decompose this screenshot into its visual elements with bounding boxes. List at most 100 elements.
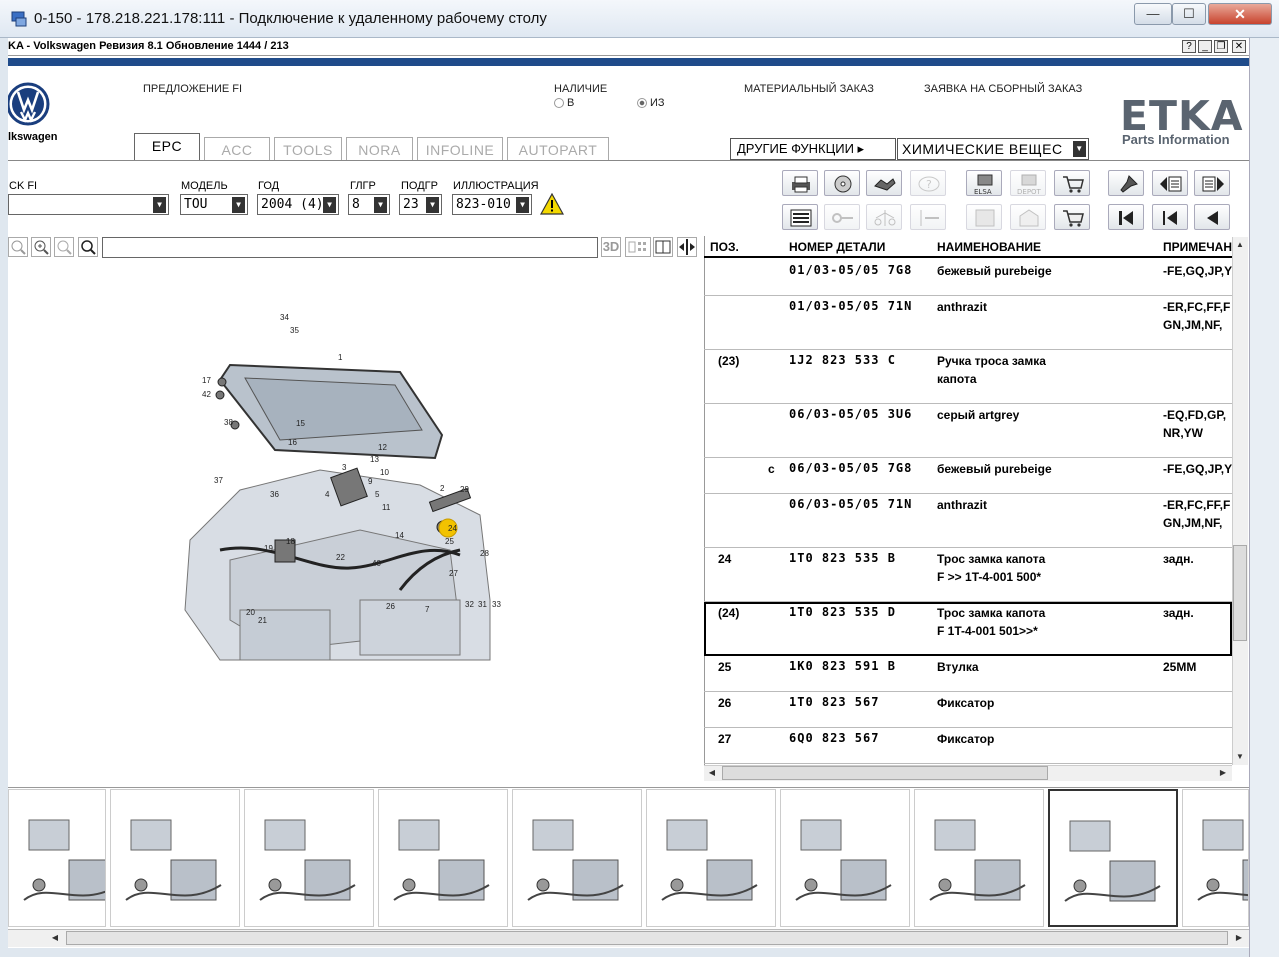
callout-label[interactable]: 40 (372, 559, 381, 568)
callout-label[interactable]: 3 (342, 463, 347, 472)
callout-label[interactable]: 14 (395, 531, 404, 540)
callout-label[interactable]: 31 (478, 600, 487, 609)
callout-label[interactable]: 24 (448, 524, 457, 533)
callout-label[interactable]: 19 (264, 544, 273, 553)
tab-epc[interactable]: EPC (134, 133, 200, 161)
cart-add-button[interactable] (1054, 170, 1090, 196)
etka-close-button[interactable]: ✕ (1232, 40, 1246, 53)
callout-label[interactable]: 34 (280, 313, 289, 322)
question-button[interactable]: ? (910, 170, 946, 196)
first-button[interactable] (1108, 204, 1144, 230)
illustration-thumbnail[interactable] (914, 789, 1044, 927)
callout-label[interactable]: 1 (338, 353, 343, 362)
col-header-note[interactable]: ПРИМЕЧАН (1163, 240, 1232, 254)
callout-label[interactable]: 11 (382, 503, 391, 512)
key-button[interactable] (824, 204, 860, 230)
callout-label[interactable]: 37 (214, 476, 223, 485)
chevron-down-icon[interactable]: ▼ (323, 197, 336, 213)
chevron-down-icon[interactable]: ▼ (232, 197, 245, 213)
offer-link[interactable]: ПРЕДЛОЖЕНИЕ FI (143, 83, 242, 95)
scroll-down-icon[interactable]: ▼ (1233, 750, 1247, 764)
handshake-button[interactable] (866, 170, 902, 196)
callout-label[interactable]: 17 (202, 376, 211, 385)
illustration-thumbnail[interactable] (512, 789, 642, 927)
etka-restore-button[interactable]: ❐ (1214, 40, 1228, 53)
table-vertical-scroll-thumb[interactable] (1233, 545, 1247, 641)
callout-label[interactable]: 28 (480, 549, 489, 558)
callout-label[interactable]: 15 (296, 419, 305, 428)
parts-diagram[interactable]: 34351174238 151612132343736 59101114242529… (160, 300, 520, 670)
shop-button[interactable] (1010, 204, 1046, 230)
illustration-thumbnail[interactable] (780, 789, 910, 927)
callout-label[interactable]: 22 (336, 553, 345, 562)
callout-label[interactable]: 5 (375, 490, 380, 499)
col-header-part[interactable]: НОМЕР ДЕТАЛИ (789, 240, 885, 254)
dash-button[interactable] (910, 204, 946, 230)
print-button[interactable] (782, 170, 818, 196)
tab-nora[interactable]: NORA (346, 137, 413, 161)
search-input[interactable] (102, 237, 598, 258)
callout-label[interactable]: 2 (440, 484, 445, 493)
illustration-thumbnail[interactable] (8, 789, 106, 927)
chevron-down-icon[interactable]: ▼ (426, 197, 439, 213)
depot-button[interactable]: DEPOT (1010, 170, 1046, 196)
cabinet-button[interactable] (966, 204, 1002, 230)
list-button[interactable] (782, 204, 818, 230)
help-button[interactable]: ? (1182, 40, 1196, 53)
minimize-button[interactable]: — (1134, 3, 1172, 25)
prev-page-button[interactable] (1152, 170, 1188, 196)
zoom-fit-button[interactable] (54, 237, 74, 257)
illustration-select[interactable]: 823-010 ▼ (452, 194, 532, 215)
tab-autopart[interactable]: AUTOPART (507, 137, 609, 161)
etka-minimize-button[interactable]: _ (1198, 40, 1212, 53)
callout-label[interactable]: 16 (288, 438, 297, 447)
chevron-down-icon[interactable]: ▼ (516, 197, 529, 213)
callout-label[interactable]: 29 (460, 485, 469, 494)
cart-button[interactable] (1054, 204, 1090, 230)
callout-label[interactable]: 32 (465, 600, 474, 609)
callout-label[interactable]: 18 (286, 537, 295, 546)
maximize-button[interactable]: ☐ (1172, 3, 1206, 25)
illustration-thumbnail[interactable] (244, 789, 374, 927)
callout-label[interactable]: 12 (378, 443, 387, 452)
callout-label[interactable]: 21 (258, 616, 267, 625)
callout-label[interactable]: 26 (386, 602, 395, 611)
scroll-left-icon[interactable]: ◀ (705, 766, 719, 780)
group-select[interactable]: 8 ▼ (348, 194, 390, 215)
next-page-button[interactable] (1194, 170, 1230, 196)
table-horizontal-scroll-thumb[interactable] (722, 766, 1048, 780)
table-vertical-scrollbar[interactable] (1232, 237, 1248, 765)
tab-acc[interactable]: ACC (204, 137, 270, 161)
callout-label[interactable]: 13 (370, 455, 379, 464)
scale-button[interactable] (866, 204, 902, 230)
callout-label[interactable]: 33 (492, 600, 501, 609)
callout-label[interactable]: 25 (445, 537, 454, 546)
model-select[interactable]: TOU ▼ (180, 194, 248, 215)
callout-label[interactable]: 10 (380, 468, 389, 477)
chevron-down-icon[interactable]: ▼ (153, 197, 166, 213)
availability-in-radio[interactable]: В (554, 97, 574, 109)
callout-label[interactable]: 20 (246, 608, 255, 617)
callout-label[interactable]: 36 (270, 490, 279, 499)
tab-tools[interactable]: TOOLS (274, 137, 342, 161)
thumbnail-scroll-thumb[interactable] (66, 931, 1228, 945)
callout-label[interactable]: 38 (224, 418, 233, 427)
callout-label[interactable]: 42 (202, 390, 211, 399)
close-button[interactable]: ✕ (1208, 3, 1272, 25)
illustration-thumbnail[interactable] (1182, 789, 1249, 927)
callout-label[interactable]: 4 (325, 490, 330, 499)
availability-out-radio[interactable]: ИЗ (637, 97, 665, 109)
cd-button[interactable] (824, 170, 860, 196)
illustration-thumbnail[interactable] (110, 789, 240, 927)
prev-button[interactable] (1152, 204, 1188, 230)
mark-select[interactable]: ▼ (8, 194, 169, 215)
zoom-out-button[interactable] (8, 237, 28, 257)
assembly-order-link[interactable]: ЗАЯВКА НА СБОРНЫЙ ЗАКАЗ (924, 83, 1082, 95)
callout-label[interactable]: 7 (425, 605, 430, 614)
callout-label[interactable]: 9 (368, 477, 373, 486)
scroll-right-icon[interactable]: ▶ (1232, 931, 1246, 945)
callout-label[interactable]: 27 (449, 569, 458, 578)
other-functions-button[interactable]: ДРУГИЕ ФУНКЦИИ ▸ (730, 138, 896, 160)
back-button[interactable] (1194, 204, 1230, 230)
pin-button[interactable] (1108, 170, 1144, 196)
